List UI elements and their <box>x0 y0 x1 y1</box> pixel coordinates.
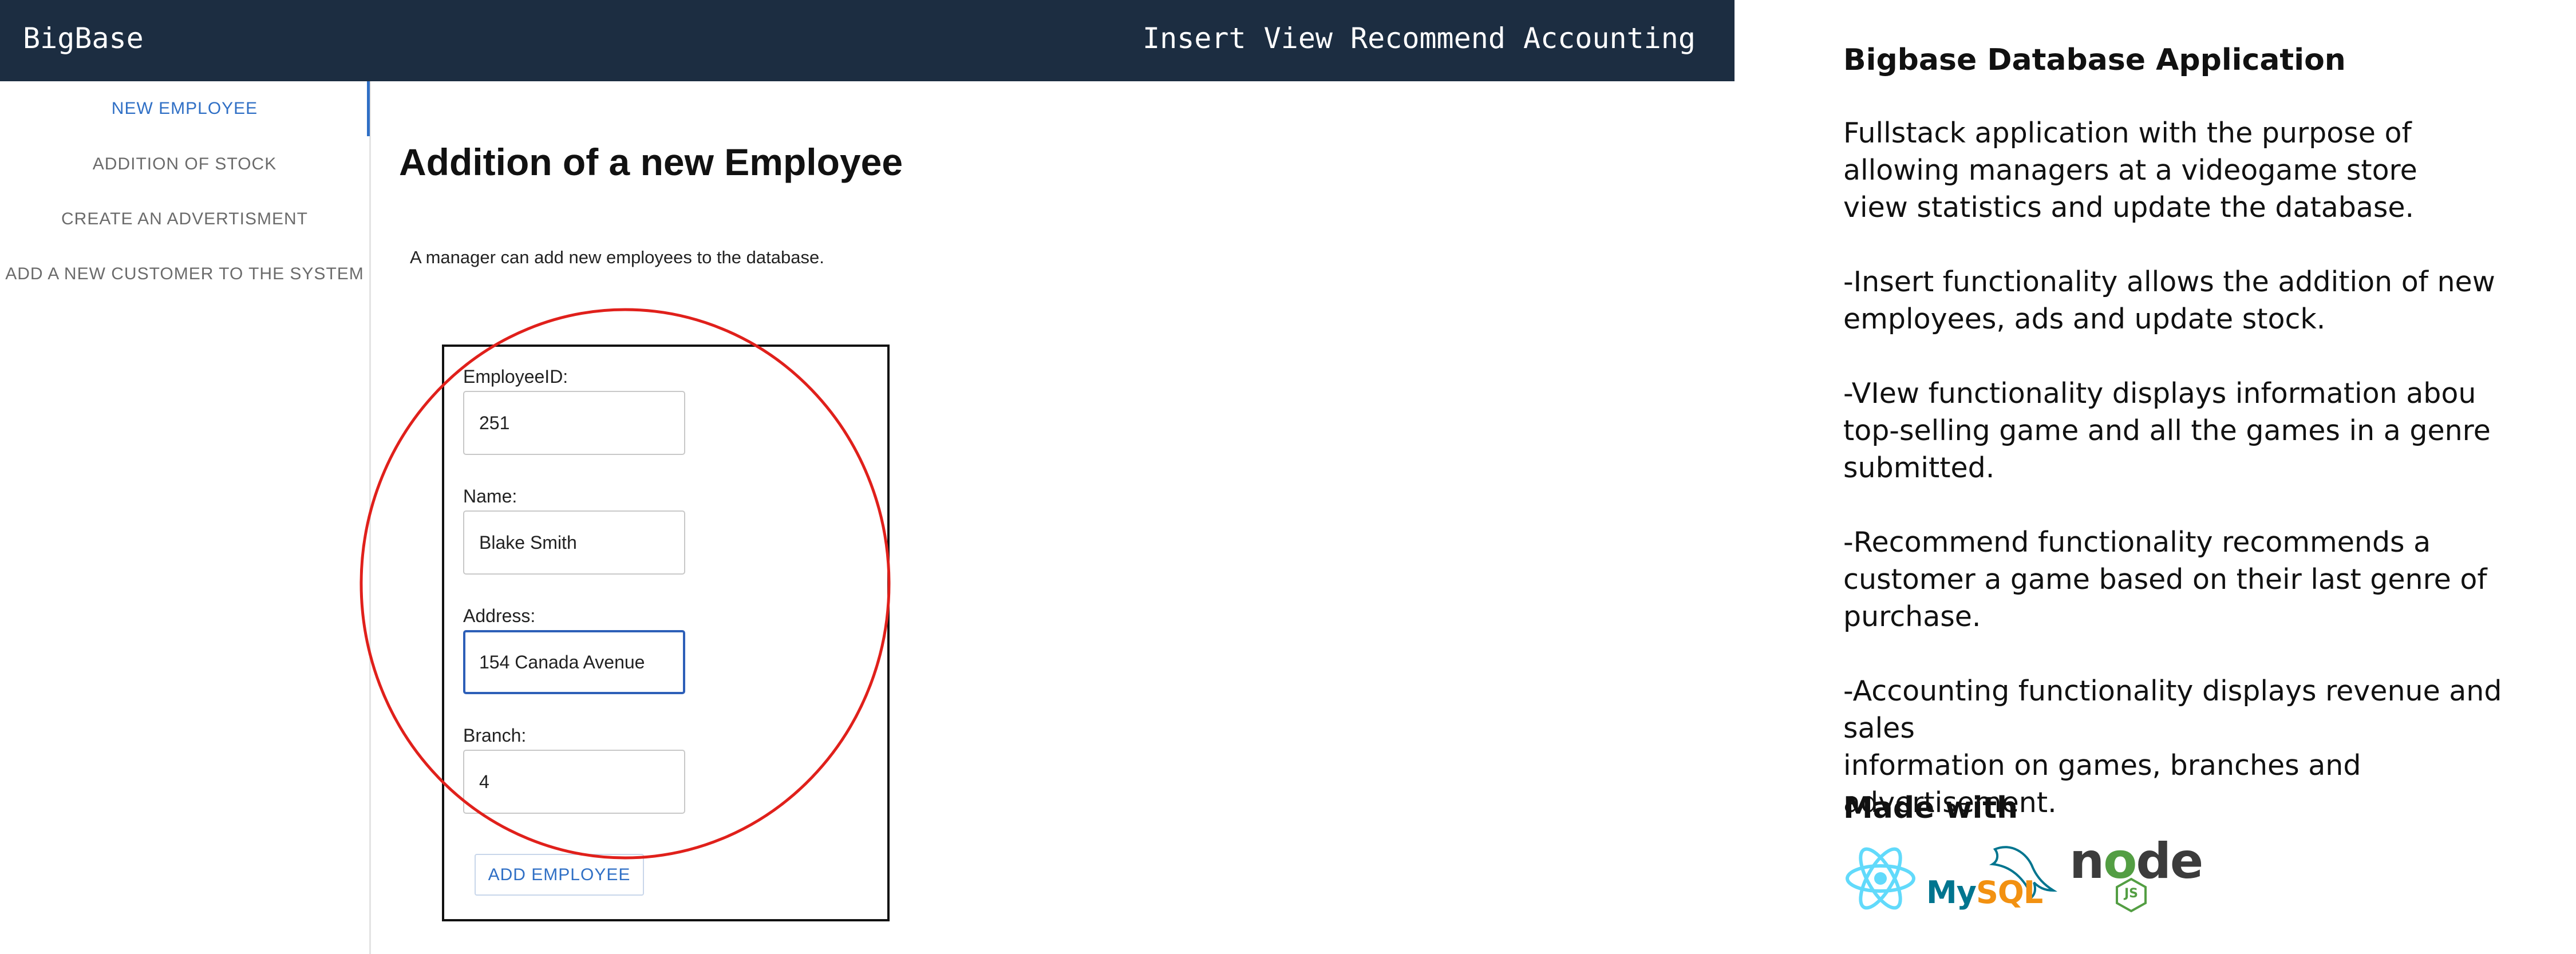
employee-id-label: EmployeeID: <box>463 366 568 387</box>
mysql-sql-text: SQL <box>1976 874 2043 911</box>
app-screenshot: BigBase Insert View Recommend Accounting… <box>0 0 1735 954</box>
sidebar-item-add-customer[interactable]: ADD A NEW CUSTOMER TO THE SYSTEM <box>0 264 369 284</box>
sidebar-item-create-advertisment[interactable]: CREATE AN ADVERTISMENT <box>0 209 369 229</box>
employee-id-input[interactable] <box>463 391 685 455</box>
nodejs-logo-icon: node JS <box>2069 833 2203 913</box>
nav-accounting[interactable]: Accounting <box>1523 22 1696 55</box>
nav-recommend[interactable]: Recommend <box>1350 22 1506 55</box>
react-logo-icon <box>1846 847 1915 910</box>
sidebar-item-new-employee[interactable]: NEW EMPLOYEE <box>0 99 369 118</box>
address-label: Address: <box>463 605 536 626</box>
mysql-my-text: My <box>1926 874 1977 911</box>
description-recommend: -Recommend functionality recommends a cu… <box>1843 526 2487 633</box>
project-description: Bigbase Database Application Fullstack a… <box>1843 0 2570 954</box>
nav-view[interactable]: View <box>1264 22 1333 55</box>
project-title: Bigbase Database Application <box>1843 43 2346 77</box>
name-input[interactable] <box>463 510 685 575</box>
top-nav: Insert View Recommend Accounting <box>1143 22 1696 55</box>
name-label: Name: <box>463 486 517 506</box>
page-description: A manager can add new employees to the d… <box>410 247 824 267</box>
node-n-text: n <box>2069 833 2104 890</box>
description-view: -VIew functionality displays information… <box>1843 377 2491 484</box>
node-js-text: JS <box>2124 886 2139 901</box>
page-title: Addition of a new Employee <box>399 141 903 183</box>
add-employee-button[interactable]: ADD EMPLOYEE <box>475 854 644 896</box>
branch-label: Branch: <box>463 725 527 746</box>
address-input[interactable] <box>463 630 685 694</box>
mysql-logo-icon: MySQL <box>1926 841 2058 913</box>
description-intro: Fullstack application with the purpose o… <box>1843 117 2417 224</box>
made-with-heading: Made with <box>1843 791 2018 825</box>
sidebar-item-addition-of-stock[interactable]: ADDITION OF STOCK <box>0 155 369 174</box>
description-insert: -Insert functionality allows the additio… <box>1843 266 2495 335</box>
sidebar: NEW EMPLOYEE ADDITION OF STOCK CREATE AN… <box>0 81 371 954</box>
branch-input[interactable] <box>463 750 685 814</box>
brand-logo-text[interactable]: BigBase <box>23 22 144 55</box>
top-navbar: BigBase Insert View Recommend Accounting <box>0 0 1735 81</box>
nav-insert[interactable]: Insert <box>1143 22 1246 55</box>
